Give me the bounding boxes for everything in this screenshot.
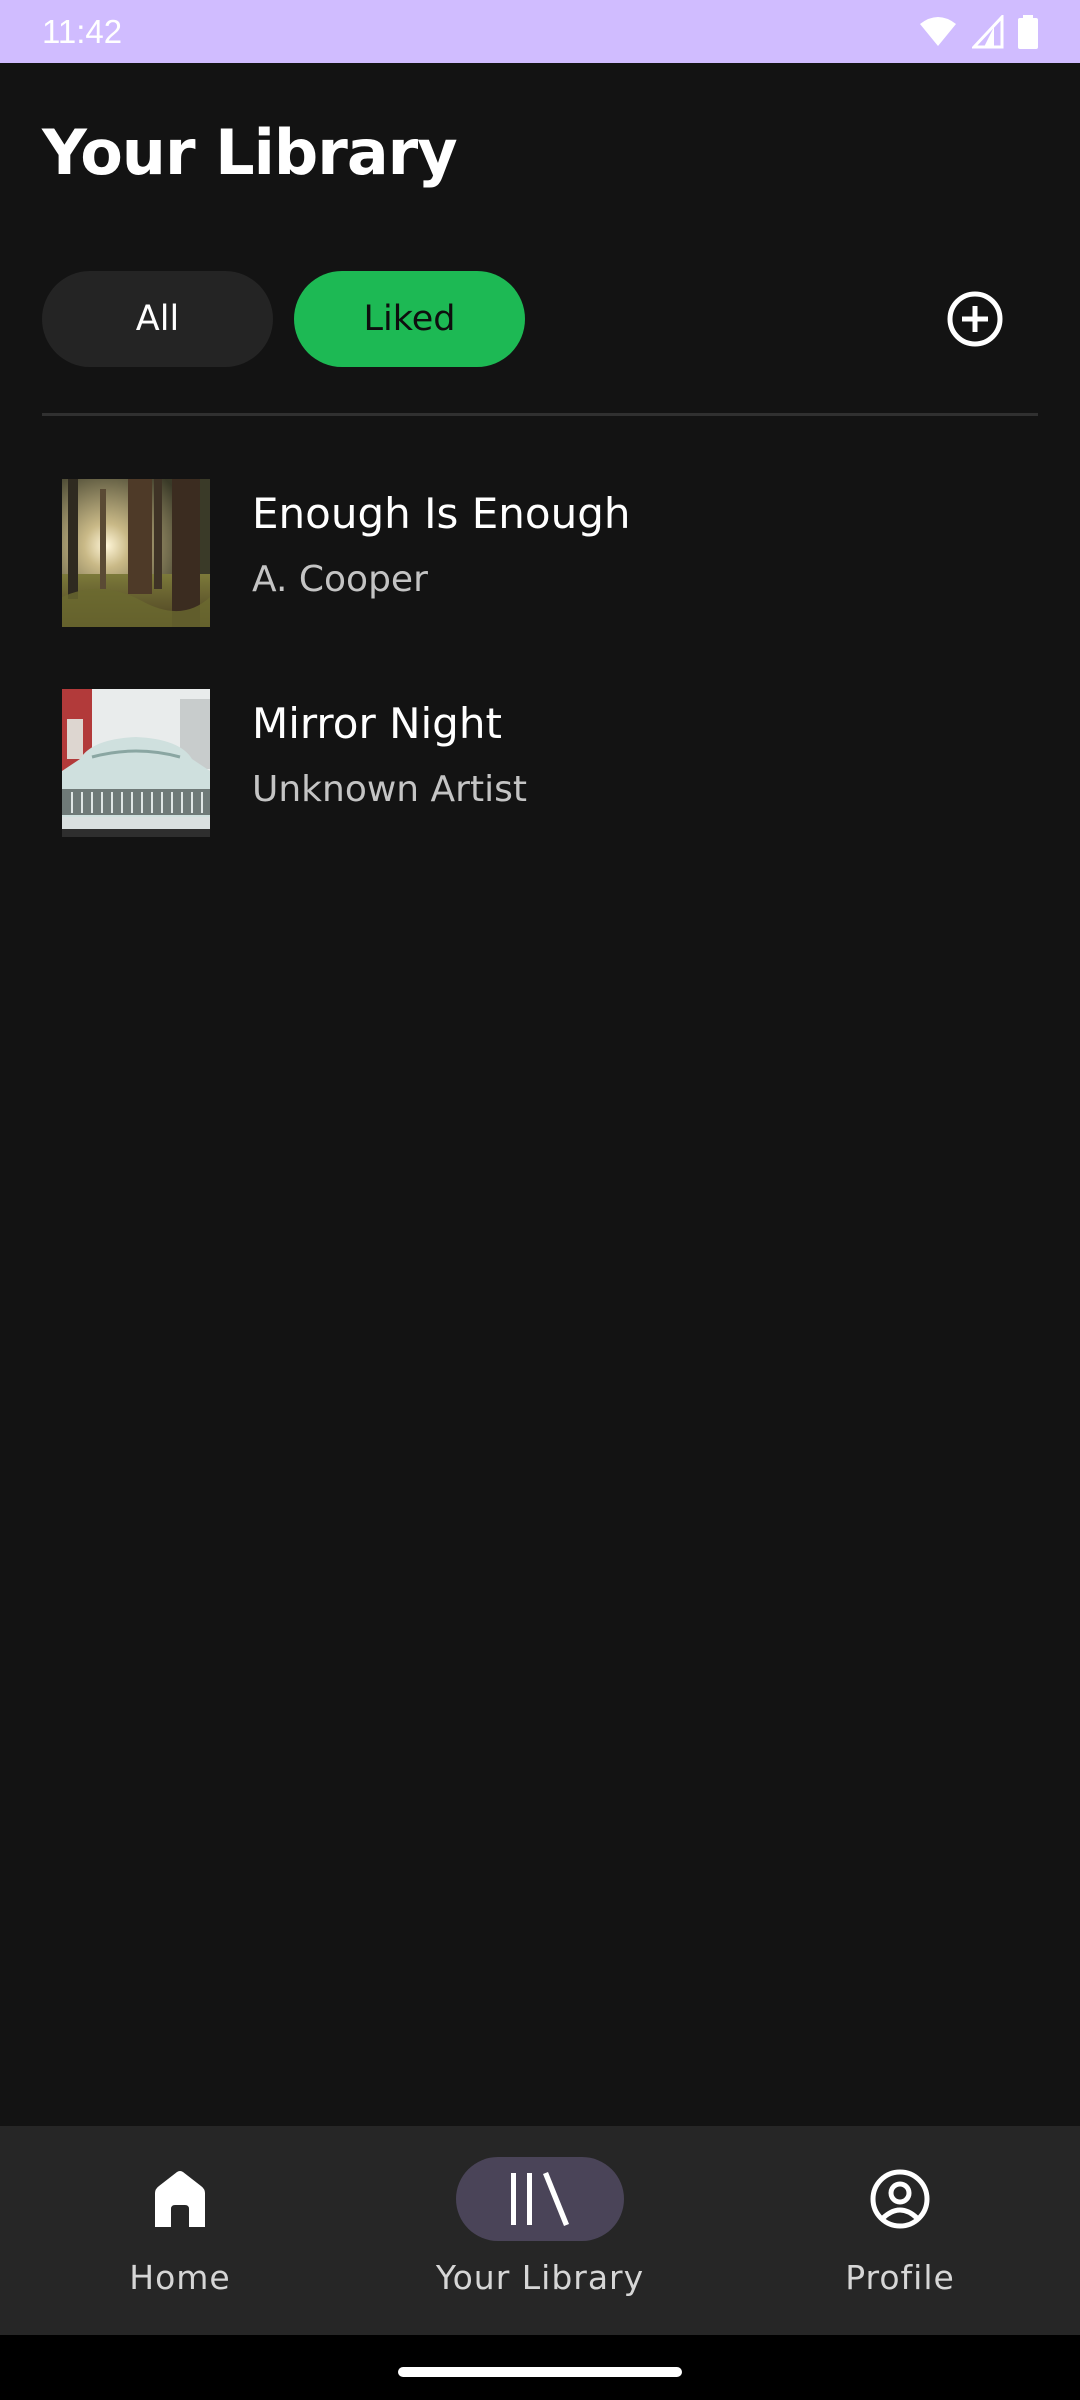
home-icon: [155, 2171, 205, 2227]
nav-item-profile[interactable]: Profile: [720, 2126, 1080, 2335]
nav-item-home[interactable]: Home: [0, 2126, 360, 2335]
nav-label-home: Home: [129, 2258, 231, 2297]
battery-icon: [1018, 14, 1038, 49]
nav-icon-container: [96, 2157, 264, 2241]
track-artwork-forest: [62, 479, 210, 627]
filter-chip-liked[interactable]: Liked: [294, 271, 525, 367]
status-time: 11:42: [42, 12, 123, 50]
status-bar: 11:42: [0, 0, 1080, 63]
profile-icon: [870, 2169, 930, 2229]
track-artwork-car: [62, 689, 210, 837]
filter-chip-liked-label: Liked: [363, 299, 456, 339]
divider: [42, 413, 1038, 416]
nav-icon-container: [816, 2157, 984, 2241]
gesture-navigation-area: [0, 2335, 1080, 2400]
nav-label-library: Your Library: [435, 2258, 645, 2297]
add-circle-icon[interactable]: [946, 290, 1004, 348]
nav-icon-container-active: [456, 2157, 624, 2241]
track-title: Mirror Night: [252, 699, 502, 748]
status-icons: [918, 14, 1038, 49]
gesture-handle[interactable]: [398, 2367, 682, 2377]
filter-chip-all-label: All: [135, 299, 180, 339]
track-list-item[interactable]: Enough Is Enough A. Cooper: [62, 479, 1022, 627]
track-list-item[interactable]: Mirror Night Unknown Artist: [62, 689, 1022, 837]
track-artist: A. Cooper: [252, 559, 428, 600]
track-artist: Unknown Artist: [252, 769, 527, 810]
filter-chip-all[interactable]: All: [42, 271, 273, 367]
bottom-nav: Home Your Library Profile: [0, 2126, 1080, 2335]
cellular-signal-icon: [972, 14, 1004, 48]
track-title: Enough Is Enough: [252, 489, 631, 538]
library-icon: [511, 2172, 569, 2226]
page-title: Your Library: [42, 116, 458, 189]
wifi-icon: [920, 16, 956, 46]
nav-label-profile: Profile: [845, 2258, 955, 2297]
nav-item-library[interactable]: Your Library: [360, 2126, 720, 2335]
